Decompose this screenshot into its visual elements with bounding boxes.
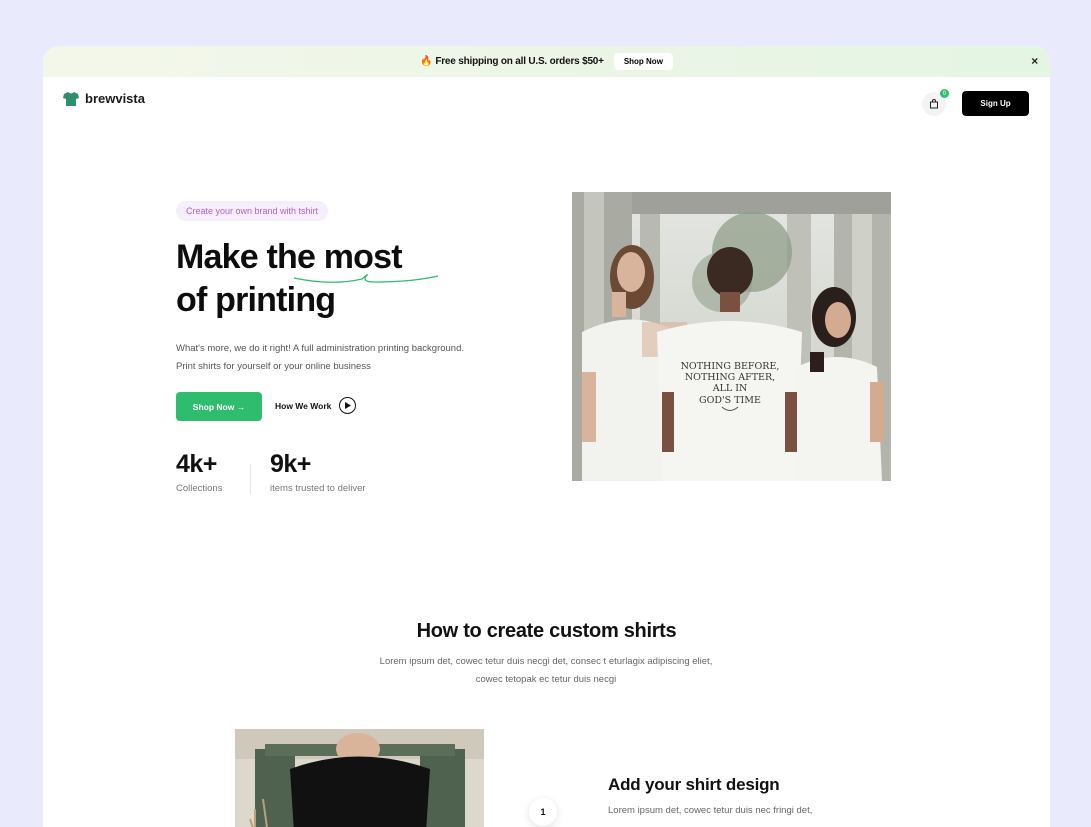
cart-count-badge: 0 (940, 89, 949, 98)
shirt-print-line4: GOD'S TIME (699, 395, 761, 406)
step-number: 1 (529, 798, 557, 826)
stat-number: 9k+ (270, 450, 311, 478)
shirt-print-line1: NOTHING BEFORE, (681, 361, 780, 372)
cart-button[interactable]: 0 (922, 89, 949, 116)
section-desc-line1: Lorem ipsum det, cowec tetur duis necgi … (379, 656, 713, 667)
close-icon[interactable]: × (1031, 54, 1038, 68)
shirt-print-line2: NOTHING AFTER, (685, 372, 775, 383)
step-title: Add your shirt design (608, 775, 780, 794)
step-description: Lorem ipsum det, cowec tetur duis nec fr… (608, 805, 813, 816)
hero-desc-line2: Print shirts for yourself or your online… (176, 361, 371, 372)
promo-bar: 🔥 Free shipping on all U.S. orders $50+ … (43, 46, 1050, 77)
stat-collections: 4k+ Collections (176, 450, 222, 494)
stat-divider (250, 464, 251, 494)
section-description: Lorem ipsum det, cowec tetur duis necgi … (346, 653, 746, 689)
bag-icon (930, 99, 938, 109)
step-photo (235, 729, 484, 827)
hero-photo-illustration: NOTHING BEFORE, NOTHING AFTER, ALL IN GO… (572, 192, 891, 481)
play-icon (339, 397, 357, 414)
logo[interactable]: brewvista (63, 91, 145, 106)
hero-description: What's more, we do it right! A full admi… (176, 340, 506, 376)
hero-shop-now-button[interactable]: Shop Now → (176, 392, 262, 421)
browser-frame: 🔥 Free shipping on all U.S. orders $50+ … (43, 46, 1050, 827)
promo-shop-button[interactable]: Shop Now (613, 53, 673, 70)
tshirt-logo-icon (63, 91, 79, 106)
section-title: How to create custom shirts (416, 620, 677, 642)
step-photo-illustration (235, 729, 484, 827)
shirt-print-line3: ALL IN (712, 383, 748, 394)
stat-label: items trusted to deliver (270, 483, 366, 494)
signup-button[interactable]: Sign Up (962, 91, 1029, 116)
how-we-work-label: How We Work (275, 400, 332, 411)
fire-icon: 🔥 (420, 56, 433, 67)
how-we-work-button[interactable]: How We Work (275, 397, 357, 414)
navbar: brewvista 0 Sign Up (43, 77, 1050, 127)
stat-number: 4k+ (176, 450, 217, 478)
brand-name: brewvista (85, 91, 145, 106)
hero-tag: Create your own brand with tshirt (176, 201, 329, 221)
hero-photo: NOTHING BEFORE, NOTHING AFTER, ALL IN GO… (572, 192, 891, 481)
section-desc-line2: cowec tetopak ec tetur duis necgi (475, 674, 617, 685)
promo-text: Free shipping on all U.S. orders $50+ (435, 56, 604, 67)
stat-items: 9k+ items trusted to deliver (270, 450, 366, 494)
hero-desc-line1: What's more, we do it right! A full admi… (176, 343, 465, 354)
stat-label: Collections (176, 483, 223, 494)
underline-swash-icon (293, 273, 439, 283)
